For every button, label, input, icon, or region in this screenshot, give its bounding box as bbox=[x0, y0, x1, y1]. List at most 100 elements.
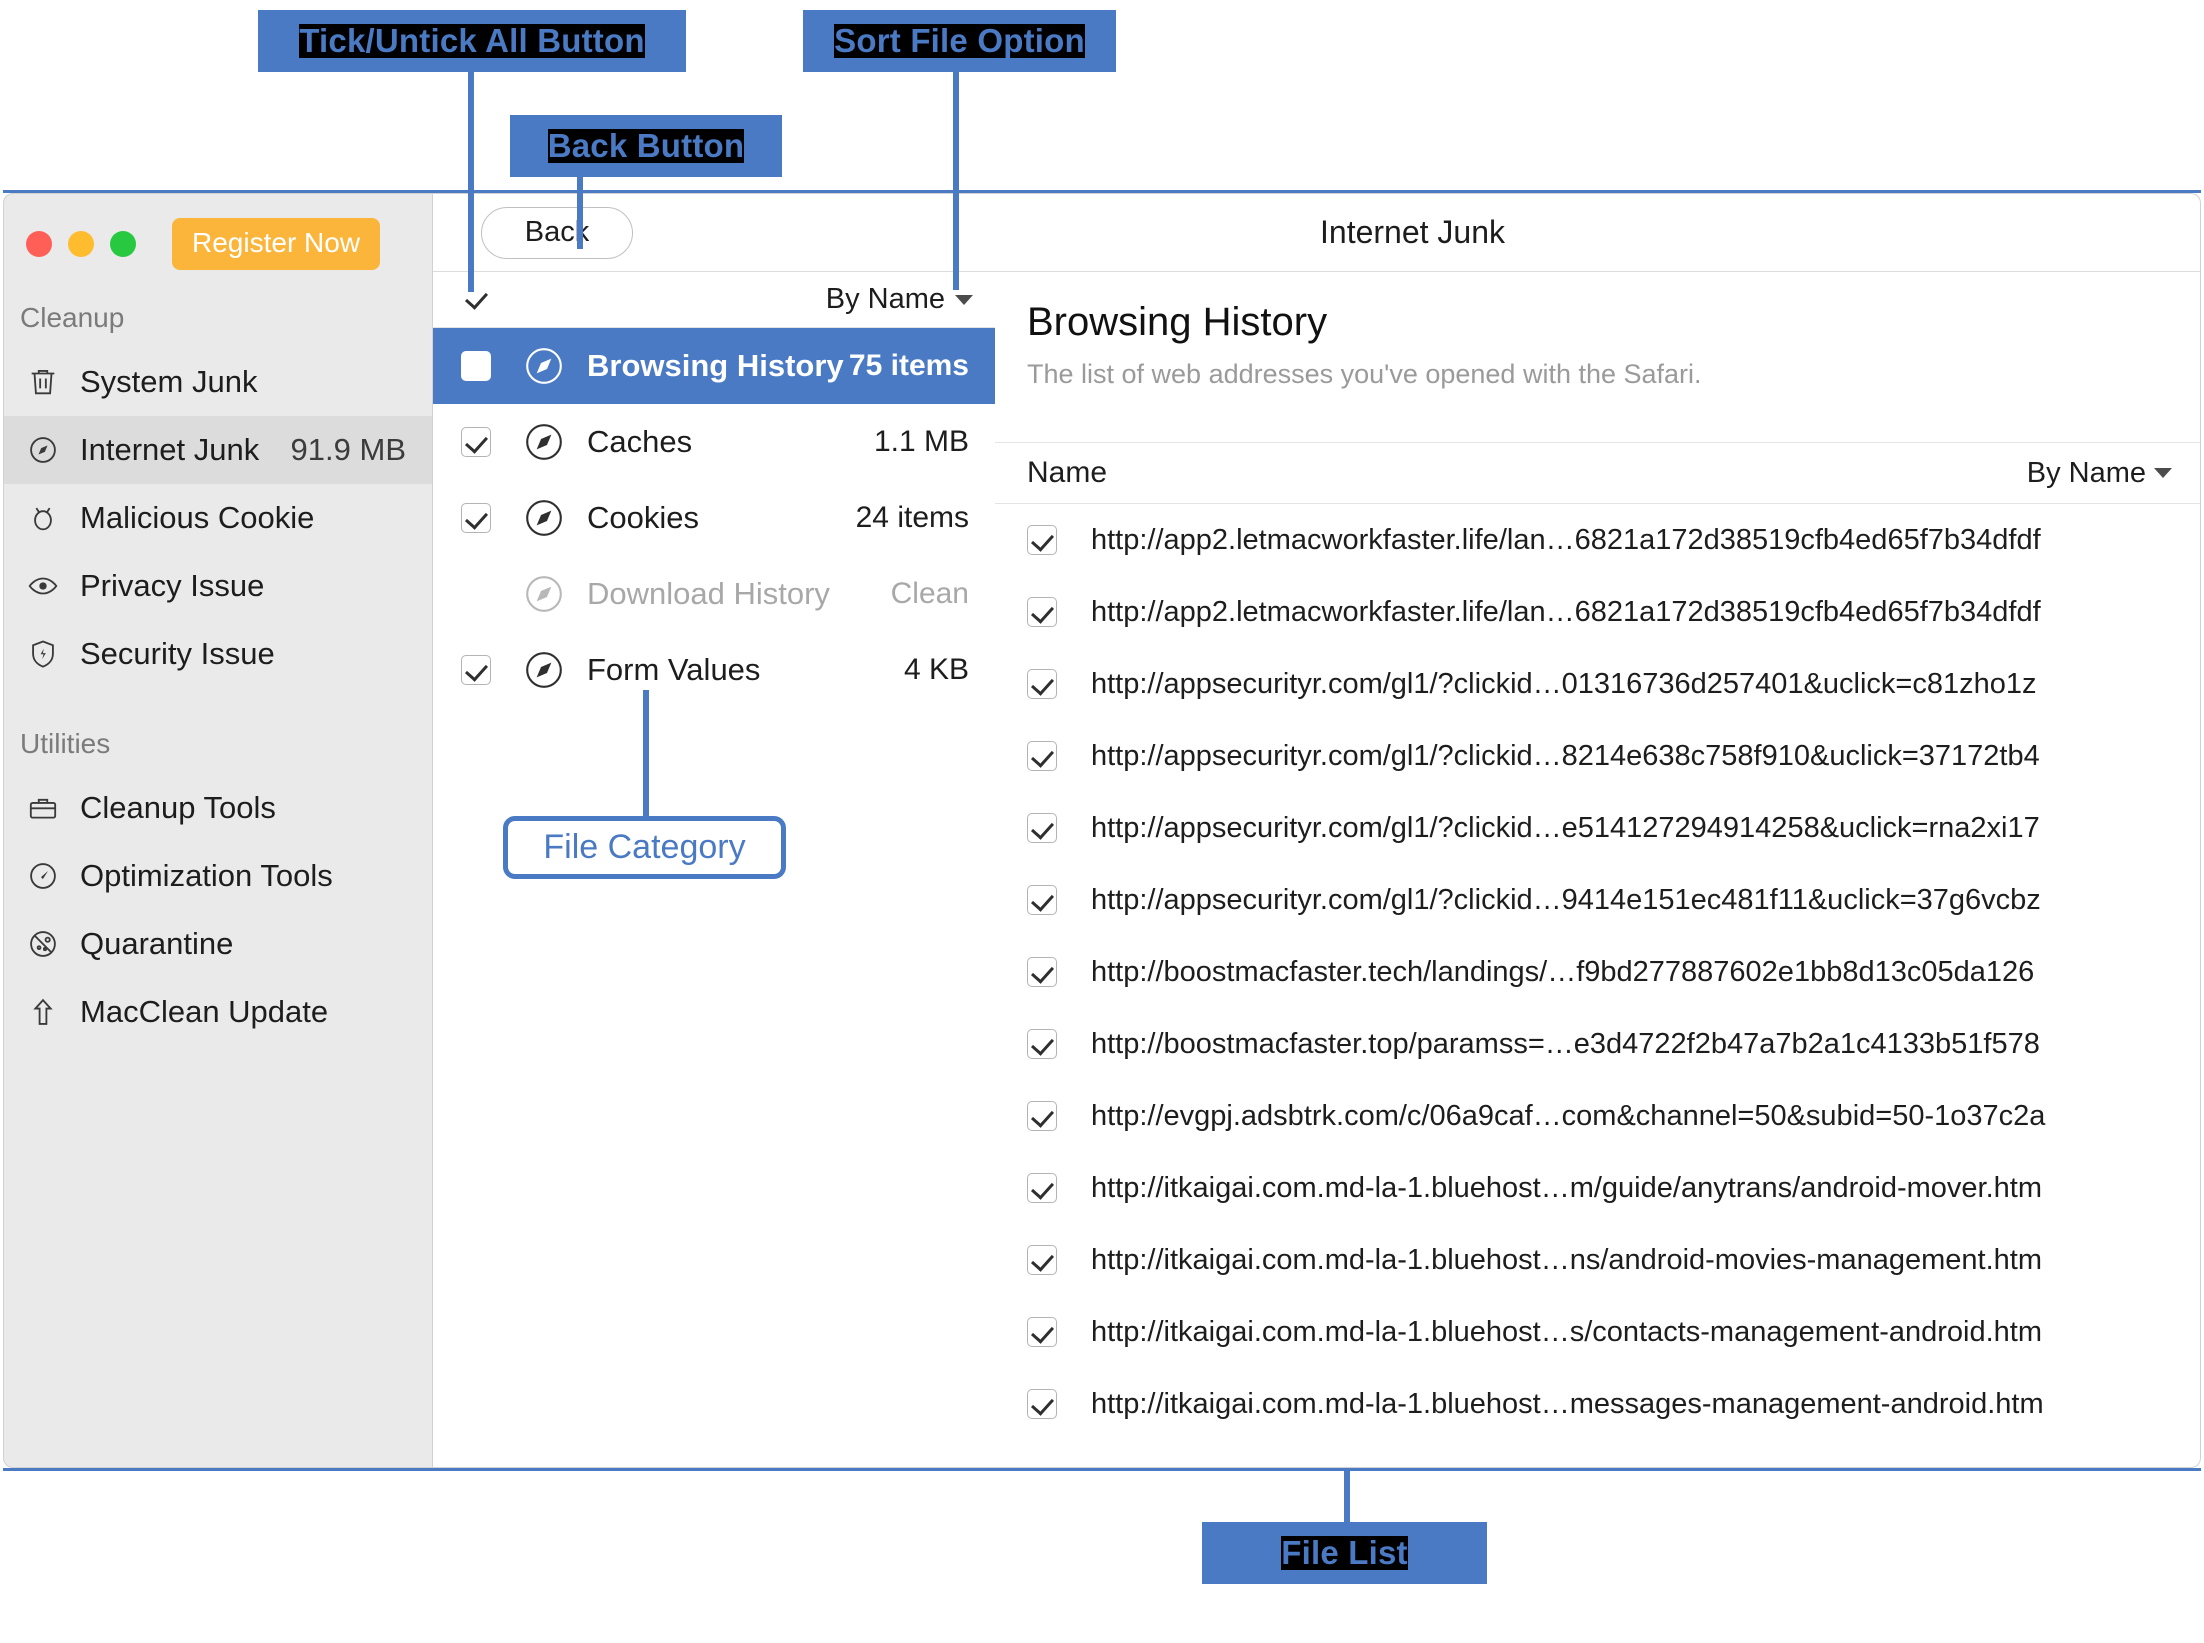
file-checkbox[interactable] bbox=[1027, 813, 1057, 843]
file-row[interactable]: http://itkaigai.com.md-la-1.bluehost…s/c… bbox=[995, 1296, 2200, 1368]
safari-compass-icon bbox=[523, 421, 565, 463]
file-url: http://app2.letmacworkfaster.life/lan…68… bbox=[1091, 523, 2041, 556]
sidebar-item-quarantine[interactable]: Quarantine bbox=[4, 910, 432, 978]
category-size: 1.1 MB bbox=[873, 425, 969, 458]
file-sort-dropdown[interactable]: By Name bbox=[2027, 457, 2172, 490]
chevron-down-icon bbox=[955, 294, 973, 305]
minimize-button[interactable] bbox=[68, 231, 94, 257]
annotation-label: File Category bbox=[543, 828, 746, 866]
file-checkbox[interactable] bbox=[1027, 1101, 1057, 1131]
sidebar-item-malicious-cookie[interactable]: Malicious Cookie bbox=[4, 484, 432, 552]
close-button[interactable] bbox=[26, 231, 52, 257]
sort-file-option-dropdown[interactable]: By Name bbox=[826, 283, 973, 316]
file-checkbox[interactable] bbox=[1027, 741, 1057, 771]
file-checkbox[interactable] bbox=[1027, 1317, 1057, 1347]
category-name: Browsing History bbox=[587, 348, 844, 383]
category-checkbox[interactable] bbox=[461, 655, 491, 685]
safari-compass-icon bbox=[523, 649, 565, 691]
sort-file-option-label: By Name bbox=[825, 283, 945, 315]
app-window: Register Now Cleanup System Junk Interne… bbox=[3, 190, 2201, 1471]
sidebar-item-cleanup-tools[interactable]: Cleanup Tools bbox=[4, 774, 432, 842]
sidebar-item-security-issue[interactable]: Security Issue bbox=[4, 620, 432, 688]
window-controls: Register Now bbox=[4, 194, 432, 272]
category-checkbox[interactable] bbox=[461, 503, 491, 533]
sidebar-item-label: System Junk bbox=[80, 364, 258, 399]
file-row[interactable]: http://itkaigai.com.md-la-1.bluehost…m/g… bbox=[995, 1152, 2200, 1224]
category-list: Browsing History 75 items Caches 1.1 MB bbox=[433, 328, 995, 708]
file-row[interactable]: http://boostmacfaster.top/paramss=…e3d47… bbox=[995, 1008, 2200, 1080]
file-row[interactable]: http://boostmacfaster.tech/landings/…f9b… bbox=[995, 936, 2200, 1008]
annotation-label: File List bbox=[1281, 1533, 1408, 1571]
file-row[interactable]: http://itkaigai.com.md-la-1.bluehost…mes… bbox=[995, 1368, 2200, 1440]
sidebar-item-internet-junk[interactable]: Internet Junk 91.9 MB bbox=[4, 416, 432, 484]
file-checkbox[interactable] bbox=[1027, 597, 1057, 627]
annotation-leader-sort-file-option bbox=[953, 72, 959, 290]
window-title: Internet Junk bbox=[995, 194, 2200, 272]
file-url: http://appsecurityr.com/gl1/?clickid…e51… bbox=[1091, 811, 2040, 844]
file-checkbox[interactable] bbox=[1027, 525, 1057, 555]
category-size: 24 items bbox=[855, 501, 969, 534]
file-list: http://app2.letmacworkfaster.life/lan…68… bbox=[995, 504, 2200, 1467]
sidebar-item-label: Optimization Tools bbox=[80, 858, 333, 893]
annotation-file-category: File Category bbox=[503, 816, 786, 879]
file-row[interactable]: http://appsecurityr.com/gl1/?clickid…013… bbox=[995, 648, 2200, 720]
safari-compass-icon bbox=[523, 573, 565, 615]
sidebar-item-label: Quarantine bbox=[80, 926, 234, 961]
back-button[interactable]: Back bbox=[481, 206, 633, 259]
category-list-header: By Name bbox=[433, 272, 995, 328]
category-row-browsing-history[interactable]: Browsing History 75 items bbox=[433, 328, 995, 404]
file-checkbox[interactable] bbox=[1027, 669, 1057, 699]
category-name: Form Values bbox=[587, 652, 761, 687]
file-url: http://appsecurityr.com/gl1/?clickid…941… bbox=[1091, 883, 2041, 916]
annotation-tick-untick-all: Tick/Untick All Button bbox=[258, 10, 686, 72]
shield-icon bbox=[26, 637, 60, 671]
compass-icon bbox=[26, 433, 60, 467]
file-checkbox[interactable] bbox=[1027, 1029, 1057, 1059]
file-row[interactable]: http://appsecurityr.com/gl1/?clickid…941… bbox=[995, 864, 2200, 936]
file-checkbox[interactable] bbox=[1027, 1173, 1057, 1203]
sidebar-item-privacy-issue[interactable]: Privacy Issue bbox=[4, 552, 432, 620]
category-row-form-values[interactable]: Form Values 4 KB bbox=[433, 632, 995, 708]
sidebar-item-size: 91.9 MB bbox=[290, 432, 406, 467]
file-row[interactable]: http://itkaigai.com.md-la-1.bluehost…ns/… bbox=[995, 1224, 2200, 1296]
sidebar-item-label: Privacy Issue bbox=[80, 568, 265, 603]
file-url: http://appsecurityr.com/gl1/?clickid…013… bbox=[1091, 667, 2037, 700]
sidebar-item-label: Malicious Cookie bbox=[80, 500, 315, 535]
middle-toolbar: Back bbox=[433, 194, 995, 272]
chevron-down-icon bbox=[2154, 468, 2172, 478]
file-row[interactable]: http://appsecurityr.com/gl1/?clickid…e51… bbox=[995, 792, 2200, 864]
annotation-label: Sort File Option bbox=[834, 21, 1085, 59]
sidebar-item-label: Security Issue bbox=[80, 636, 275, 671]
file-checkbox[interactable] bbox=[1027, 1245, 1057, 1275]
file-row[interactable]: http://app2.letmacworkfaster.life/lan…68… bbox=[995, 504, 2200, 576]
category-checkbox[interactable] bbox=[461, 427, 491, 457]
screenshot-root: Tick/Untick All Button Sort File Option … bbox=[0, 0, 2204, 1643]
trash-icon bbox=[26, 365, 60, 399]
category-row-download-history: Download History Clean bbox=[433, 556, 995, 632]
category-name: Caches bbox=[587, 424, 693, 459]
category-checkbox[interactable] bbox=[461, 351, 491, 381]
file-url: http://evgpj.adsbtrk.com/c/06a9caf…com&c… bbox=[1091, 1099, 2046, 1132]
file-checkbox[interactable] bbox=[1027, 885, 1057, 915]
annotation-leader-file-category bbox=[643, 690, 649, 820]
file-row[interactable]: http://app2.letmacworkfaster.life/lan…68… bbox=[995, 576, 2200, 648]
toolbox-icon bbox=[26, 791, 60, 825]
file-row[interactable]: http://appsecurityr.com/gl1/?clickid…821… bbox=[995, 720, 2200, 792]
sidebar-item-optimization-tools[interactable]: Optimization Tools bbox=[4, 842, 432, 910]
file-checkbox[interactable] bbox=[1027, 957, 1057, 987]
sidebar-item-system-junk[interactable]: System Junk bbox=[4, 348, 432, 416]
category-row-cookies[interactable]: Cookies 24 items bbox=[433, 480, 995, 556]
sidebar: Register Now Cleanup System Junk Interne… bbox=[3, 193, 433, 1468]
file-row[interactable]: http://evgpj.adsbtrk.com/c/06a9caf…com&c… bbox=[995, 1080, 2200, 1152]
file-url: http://boostmacfaster.top/paramss=…e3d47… bbox=[1091, 1027, 2040, 1060]
file-url: http://boostmacfaster.tech/landings/…f9b… bbox=[1091, 955, 2035, 988]
maximize-button[interactable] bbox=[110, 231, 136, 257]
file-checkbox[interactable] bbox=[1027, 1389, 1057, 1419]
tick-untick-all-checkbox[interactable] bbox=[461, 284, 491, 315]
register-now-button[interactable]: Register Now bbox=[172, 218, 381, 270]
sidebar-item-label: Internet Junk bbox=[80, 432, 260, 467]
category-row-caches[interactable]: Caches 1.1 MB bbox=[433, 404, 995, 480]
bug-icon bbox=[26, 501, 60, 535]
sidebar-item-macclean-update[interactable]: MacClean Update bbox=[4, 978, 432, 1046]
upload-arrow-icon bbox=[26, 995, 60, 1029]
